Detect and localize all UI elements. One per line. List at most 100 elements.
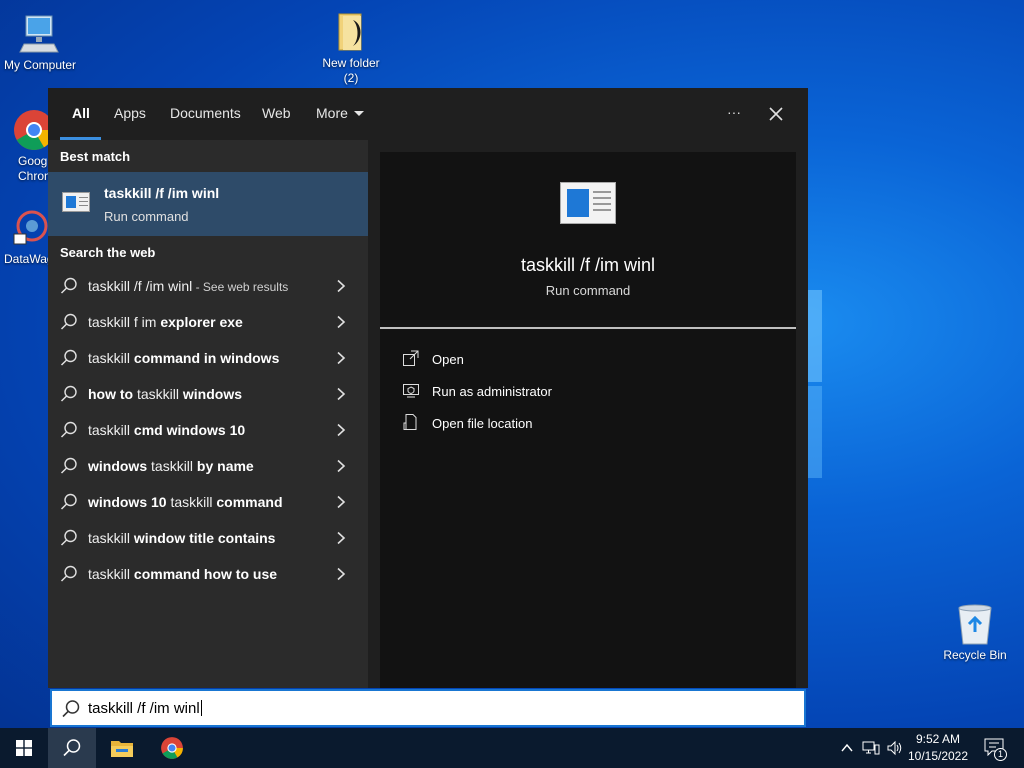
desktop-icon-datawag[interactable]: DataWag (0, 208, 54, 267)
notifications-button[interactable]: 1 (980, 734, 1010, 762)
web-result-row[interactable]: taskkill f im explorer exe (48, 305, 368, 341)
desktop-icon-label: Recycle Bin (943, 648, 1007, 662)
preview-title: taskkill /f /im winl (520, 255, 655, 275)
web-result-row[interactable]: taskkill /f /im winl - See web results (48, 269, 368, 305)
search-icon (60, 529, 77, 546)
chevron-right-icon (337, 351, 346, 365)
chevron-right-icon (337, 567, 346, 581)
chevron-right-icon (337, 459, 346, 473)
web-result-text: windows (88, 458, 148, 474)
chevron-up-icon[interactable] (840, 741, 854, 755)
web-result-row[interactable]: taskkill command in windows (48, 341, 368, 377)
search-icon (60, 313, 77, 330)
web-result-text: taskkill (133, 386, 183, 402)
search-input[interactable]: taskkill /f /im winl (50, 689, 806, 727)
close-icon (769, 107, 783, 121)
chevron-right-icon (337, 531, 346, 545)
run-command-icon (560, 182, 616, 224)
web-result-text: taskkill f im (88, 314, 161, 330)
best-match-subtitle: Run command (104, 209, 189, 224)
search-taskbar-button[interactable] (48, 728, 96, 768)
web-result-text: command how to use (133, 566, 278, 582)
web-result-text: cmd windows 10 (133, 422, 246, 438)
tab-more[interactable]: More (316, 105, 364, 121)
web-result-row[interactable]: windows taskkill by name (48, 449, 368, 485)
web-result-text: taskkill /f /im winl (88, 278, 193, 294)
web-result-row[interactable]: how to taskkill windows (48, 377, 368, 413)
web-result-label: taskkill cmd windows 10 (88, 422, 245, 438)
chevron-right-icon (337, 495, 346, 509)
search-icon (60, 457, 77, 474)
taskbar: 9:52 AM 10/15/2022 1 (0, 728, 1024, 768)
results-list: Best match taskkill /f /im winl Run comm… (48, 140, 368, 688)
web-result-label: how to taskkill windows (88, 386, 242, 402)
web-result-text: windows (182, 386, 243, 402)
action-label: Open (432, 352, 464, 367)
more-options-button[interactable]: ··· (722, 104, 746, 128)
open-icon (403, 350, 419, 366)
desktop-icon-new-folder[interactable]: New folder (2) (311, 10, 391, 86)
chrome-icon (8, 108, 54, 152)
chrome-taskbar-button[interactable] (148, 728, 196, 768)
web-result-label: windows 10 taskkill command (88, 494, 283, 510)
network-icon[interactable] (862, 740, 880, 756)
desktop-icon-label: Goog (18, 154, 48, 168)
clock-date[interactable]: 10/15/2022 (904, 749, 972, 763)
folder-icon (329, 10, 373, 54)
desktop-icon-label: My Computer (3, 58, 77, 72)
best-match-heading: Best match (60, 149, 131, 164)
web-result-text: taskkill (166, 494, 217, 510)
action-open-file-location[interactable]: Open file location (402, 409, 702, 437)
web-result-row[interactable]: taskkill cmd windows 10 (48, 413, 368, 449)
volume-icon[interactable] (886, 740, 904, 756)
search-icon (60, 493, 77, 510)
file-location-icon (403, 414, 417, 430)
tab-apps[interactable]: Apps (114, 105, 146, 121)
preview-pane: taskkill /f /im winl Run command Open Ru… (380, 152, 796, 688)
search-icon (63, 739, 81, 757)
web-result-label: taskkill /f /im winl - See web results (88, 278, 288, 294)
web-result-label: taskkill f im explorer exe (88, 314, 243, 330)
web-result-text: window title contains (133, 530, 276, 546)
tab-documents[interactable]: Documents (170, 105, 241, 121)
web-result-label: taskkill window title contains (88, 530, 275, 546)
desktop-icon-label: Chron (18, 169, 51, 183)
desktop-icon-label: (2) (343, 71, 359, 85)
desktop-icon-recycle-bin[interactable]: Recycle Bin (935, 602, 1015, 663)
desktop-icon-chrome[interactable]: Goog Chron (0, 108, 54, 184)
best-match-title: taskkill /f /im winl (104, 185, 220, 201)
shield-icon (403, 384, 419, 398)
file-explorer-taskbar-button[interactable] (98, 728, 146, 768)
web-result-text: command in windows (133, 350, 280, 366)
computer-icon (18, 12, 62, 56)
chevron-right-icon (337, 279, 346, 293)
tab-all[interactable]: All (72, 105, 90, 121)
clock-time[interactable]: 9:52 AM (904, 732, 972, 746)
action-label: Open file location (432, 416, 533, 431)
search-icon (60, 385, 77, 402)
action-run-as-administrator[interactable]: Run as administrator (402, 377, 702, 405)
web-result-text: command (216, 494, 283, 510)
web-result-row[interactable]: windows 10 taskkill command (48, 485, 368, 521)
desktop-icon-label: DataWag (4, 252, 54, 266)
chevron-right-icon (337, 387, 346, 401)
web-result-text: taskkill (88, 422, 134, 438)
chevron-right-icon (337, 423, 346, 437)
action-label: Run as administrator (432, 384, 552, 399)
tab-web[interactable]: Web (262, 105, 291, 121)
desktop-icon-label: New folder (322, 56, 380, 70)
web-result-row[interactable]: taskkill window title contains (48, 521, 368, 557)
wallpaper-light-beam (806, 386, 822, 478)
web-result-text: taskkill (147, 458, 197, 474)
desktop-icon-my-computer[interactable]: My Computer (0, 12, 80, 73)
web-result-text: - See web results (192, 280, 289, 294)
best-match-item[interactable]: taskkill /f /im winl Run command (48, 172, 368, 236)
web-result-label: windows taskkill by name (88, 458, 254, 474)
start-button[interactable] (0, 728, 48, 768)
web-result-row[interactable]: taskkill command how to use (48, 557, 368, 593)
close-button[interactable] (764, 102, 788, 126)
web-result-label: taskkill command how to use (88, 566, 277, 582)
search-icon (60, 565, 77, 582)
action-open[interactable]: Open (402, 345, 702, 373)
chrome-icon (161, 737, 183, 759)
